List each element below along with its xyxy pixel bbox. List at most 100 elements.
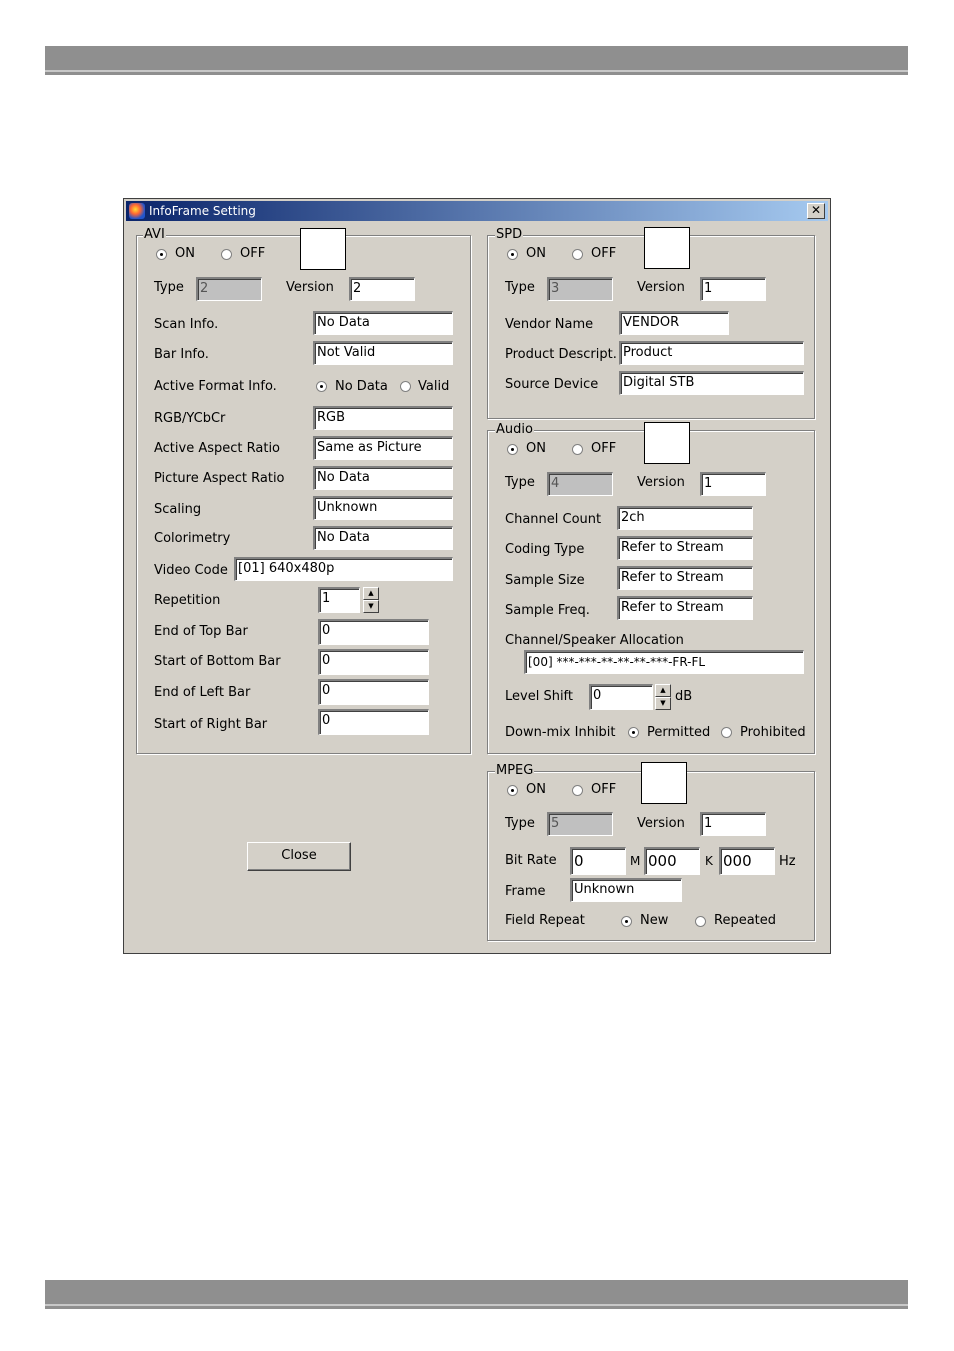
level-shift-field[interactable]: 0 <box>589 684 653 710</box>
mpeg-on-radio[interactable] <box>507 785 518 796</box>
field-repeated-radio[interactable] <box>695 916 706 927</box>
title-bar: InfoFrame Setting ✕ <box>126 201 828 221</box>
active-format-no-data-label: No Data <box>335 379 388 394</box>
mpeg-type-label: Type <box>505 816 535 831</box>
bitrate-field[interactable]: 0 <box>570 847 626 875</box>
bitrate-m-field[interactable]: 000 <box>644 847 700 875</box>
spd-on-label: ON <box>526 246 546 261</box>
window-title: InfoFrame Setting <box>149 204 256 218</box>
avi-version-field[interactable]: 2 <box>349 277 415 301</box>
sample-size-label: Sample Size <box>505 573 585 588</box>
bar-info-label: Bar Info. <box>154 347 209 362</box>
active-format-no-data-radio[interactable] <box>316 381 327 392</box>
downmix-prohibited-label: Prohibited <box>740 725 806 740</box>
audio-version-field[interactable]: 1 <box>700 472 766 496</box>
audio-off-label: OFF <box>591 441 617 456</box>
rgb-field[interactable]: RGB <box>313 406 453 430</box>
rgb-label: RGB/YCbCr <box>154 411 226 426</box>
spin-down-icon[interactable]: ▼ <box>363 600 379 613</box>
video-code-label: Video Code <box>154 563 228 578</box>
sample-freq-label: Sample Freq. <box>505 603 590 618</box>
mpeg-off-label: OFF <box>591 782 617 797</box>
start-bottom-bar-label: Start of Bottom Bar <box>154 654 281 669</box>
vendor-name-label: Vendor Name <box>505 317 594 332</box>
field-new-radio[interactable] <box>621 916 632 927</box>
active-format-valid-radio[interactable] <box>400 381 411 392</box>
start-right-bar-field[interactable]: 0 <box>318 709 429 735</box>
active-aspect-field[interactable]: Same as Picture <box>313 436 453 460</box>
spin-down-icon[interactable]: ▼ <box>655 697 671 710</box>
product-descript-label: Product Descript. <box>505 347 617 362</box>
spd-off-radio[interactable] <box>572 249 583 260</box>
end-left-bar-field[interactable]: 0 <box>318 679 429 705</box>
scaling-field[interactable]: Unknown <box>313 496 453 520</box>
picture-aspect-field[interactable]: No Data <box>313 466 453 490</box>
scan-info-label: Scan Info. <box>154 317 219 332</box>
end-left-bar-label: End of Left Bar <box>154 685 251 700</box>
bitrate-label: Bit Rate <box>505 853 557 868</box>
start-right-bar-label: Start of Right Bar <box>154 717 268 732</box>
audio-on-radio[interactable] <box>507 444 518 455</box>
close-window-icon[interactable]: ✕ <box>807 203 825 219</box>
bar-info-field[interactable]: Not Valid <box>313 341 453 365</box>
repetition-label: Repetition <box>154 593 221 608</box>
avi-type-field: 2 <box>196 277 262 301</box>
allocation-field[interactable]: [00] ***-***-**-**-**-***-FR-FL <box>524 650 804 674</box>
field-repeat-label: Field Repeat <box>505 913 585 928</box>
active-format-valid-label: Valid <box>418 379 450 394</box>
bitrate-hz-label: Hz <box>779 854 796 869</box>
avi-version-label: Version <box>286 280 334 295</box>
mpeg-type-field: 5 <box>547 812 613 836</box>
repetition-spinner[interactable]: ▲ ▼ <box>363 587 379 613</box>
spin-up-icon[interactable]: ▲ <box>363 587 379 600</box>
bitrate-k-field[interactable]: 000 <box>719 847 775 875</box>
frame-label: Frame <box>505 884 546 899</box>
mpeg-off-radio[interactable] <box>572 785 583 796</box>
mpeg-version-field[interactable]: 1 <box>700 812 766 836</box>
spd-callout-box <box>644 227 690 269</box>
spin-up-icon[interactable]: ▲ <box>655 684 671 697</box>
colorimetry-field[interactable]: No Data <box>313 526 453 550</box>
channel-count-field[interactable]: 2ch <box>617 506 753 530</box>
spd-on-radio[interactable] <box>507 249 518 260</box>
mpeg-version-label: Version <box>637 816 685 831</box>
end-top-bar-field[interactable]: 0 <box>318 619 429 645</box>
start-bottom-bar-field[interactable]: 0 <box>318 649 429 675</box>
active-aspect-label: Active Aspect Ratio <box>154 441 281 456</box>
bitrate-k-label: K <box>705 854 713 868</box>
scan-info-field[interactable]: No Data <box>313 311 453 335</box>
spd-type-label: Type <box>505 280 535 295</box>
coding-type-field[interactable]: Refer to Stream <box>617 536 753 560</box>
avi-on-label: ON <box>175 246 195 261</box>
sample-freq-field[interactable]: Refer to Stream <box>617 596 753 620</box>
product-descript-field[interactable]: Product <box>619 341 804 365</box>
mpeg-legend: MPEG <box>495 763 535 778</box>
app-icon <box>129 203 145 219</box>
downmix-prohibited-radio[interactable] <box>721 727 732 738</box>
level-shift-spinner[interactable]: ▲ ▼ <box>655 684 671 710</box>
source-device-field[interactable]: Digital STB <box>619 371 804 395</box>
downmix-label: Down-mix Inhibit <box>505 725 616 740</box>
mpeg-callout-box <box>641 762 687 804</box>
sample-size-field[interactable]: Refer to Stream <box>617 566 753 590</box>
channel-count-label: Channel Count <box>505 512 602 527</box>
video-code-field[interactable]: [01] 640x480p <box>234 557 453 581</box>
audio-off-radio[interactable] <box>572 444 583 455</box>
repetition-field[interactable]: 1 <box>318 587 360 613</box>
spd-version-field[interactable]: 1 <box>700 277 766 301</box>
avi-off-label: OFF <box>240 246 266 261</box>
source-device-label: Source Device <box>505 377 599 392</box>
downmix-permitted-label: Permitted <box>647 725 711 740</box>
close-button[interactable]: Close <box>247 842 351 871</box>
avi-off-radio[interactable] <box>221 249 232 260</box>
vendor-name-field[interactable]: VENDOR <box>619 311 729 335</box>
infoframe-setting-window: InfoFrame Setting ✕ AVI ON OFF Type 2 Ve… <box>123 198 831 954</box>
avi-on-radio[interactable] <box>156 249 167 260</box>
avi-type-label: Type <box>154 280 184 295</box>
coding-type-label: Coding Type <box>505 542 585 557</box>
mpeg-on-label: ON <box>526 782 546 797</box>
end-top-bar-label: End of Top Bar <box>154 624 248 639</box>
bitrate-m-label: M <box>630 854 641 868</box>
frame-field[interactable]: Unknown <box>570 878 682 902</box>
downmix-permitted-radio[interactable] <box>628 727 639 738</box>
